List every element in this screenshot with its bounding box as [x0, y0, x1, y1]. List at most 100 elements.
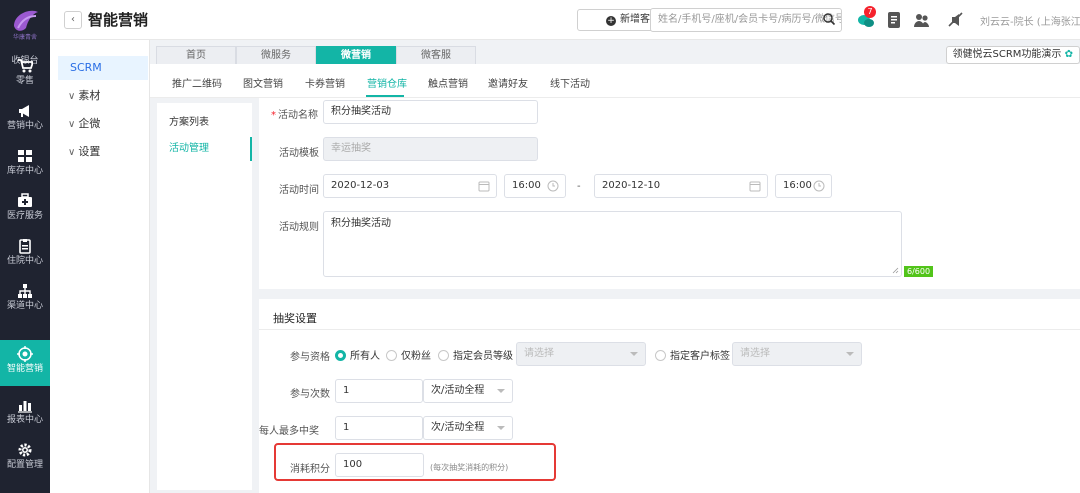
radio-member-level[interactable]: 指定会员等级	[438, 347, 513, 362]
participation-times-label: 参与次数	[290, 389, 330, 400]
search-input[interactable]: 姓名/手机号/座机/会员卡号/病历号/微信号	[650, 8, 842, 32]
tab-micro-service[interactable]: 微服务	[236, 46, 316, 64]
subnav-item-settings[interactable]: ∨ 设置	[58, 140, 148, 164]
label-text: 活动名称	[278, 110, 318, 121]
subtab-offline[interactable]: 线下活动	[550, 75, 590, 90]
end-time-input[interactable]: 16:00	[775, 174, 832, 198]
subtab-marketing-warehouse[interactable]: 营销仓库	[367, 75, 407, 90]
radio-all[interactable]: 所有人	[335, 347, 380, 362]
chevron-down-icon	[846, 352, 854, 356]
activity-form-card: * 活动名称 积分抽奖活动 活动模板 幸运抽奖 活动时间 2020-12-03 1…	[259, 98, 1080, 289]
tab-home[interactable]: 首页	[156, 46, 236, 64]
end-date-input[interactable]: 2020-12-10	[594, 174, 768, 198]
hierarchy-icon	[18, 284, 32, 298]
activity-name-input[interactable]: 积分抽奖活动	[323, 100, 538, 124]
subnav-item-material[interactable]: ∨ 素材	[58, 84, 148, 108]
character-count: 6/600	[904, 266, 934, 277]
nav-channel[interactable]: 渠道中心	[0, 277, 50, 323]
start-time-input[interactable]: 16:00	[504, 174, 566, 198]
select-value: 次/活动全程	[431, 385, 485, 396]
radio-label: 所有人	[350, 351, 380, 362]
eligibility-radio-group: 所有人 仅粉丝 指定会员等级	[335, 347, 515, 362]
nav-inventory[interactable]: 库存中心	[0, 142, 50, 188]
participation-times-unit-select[interactable]: 次/活动全程	[423, 379, 513, 403]
participation-times-input[interactable]: 1	[335, 379, 423, 403]
nav-retail[interactable]: 零售	[0, 52, 50, 98]
radio-fans-only[interactable]: 仅粉丝	[386, 347, 431, 362]
tab-micro-customer-service[interactable]: 微客服	[396, 46, 476, 64]
nav-reports[interactable]: 报表中心	[0, 391, 50, 437]
lottery-settings-card: 抽奖设置 参与资格 所有人 仅粉丝 指定会员等级 请选择 指定客户标签 请选择 …	[259, 299, 1080, 493]
search-placeholder: 姓名/手机号/座机/会员卡号/病历号/微信号	[658, 14, 842, 25]
rules-textarea[interactable]: 积分抽奖活动	[323, 211, 902, 277]
nav-label: 智能营销	[6, 364, 43, 374]
sub-navigation: SCRM ∨ 素材 ∨ 企微 ∨ 设置	[50, 40, 150, 493]
subnav-label: SCRM	[70, 61, 102, 74]
nav-config[interactable]: 配置管理	[0, 436, 50, 482]
radio-label: 指定客户标签	[670, 351, 730, 362]
logo-text: 华康青舍	[12, 34, 37, 41]
customer-tag-select[interactable]: 请选择	[732, 342, 862, 366]
back-button[interactable]: ‹	[64, 11, 82, 29]
resize-handle-icon[interactable]	[892, 267, 899, 274]
subtab-touchpoint[interactable]: 触点营销	[428, 75, 468, 90]
plan-list-item[interactable]: 方案列表	[157, 111, 252, 135]
select-value: 次/活动全程	[431, 422, 485, 433]
activity-management-item[interactable]: 活动管理	[157, 137, 252, 161]
scrm-demo-button[interactable]: 领健悦云SCRM功能演示 ✿	[945, 46, 1080, 64]
grid-icon	[18, 150, 32, 162]
rules-label: 活动规则	[279, 222, 319, 233]
start-date-input[interactable]: 2020-12-03	[323, 174, 497, 198]
radio-dot	[655, 350, 666, 361]
max-win-input[interactable]: 1	[335, 416, 423, 440]
chevron-down-icon: ∨	[68, 119, 76, 130]
radio-customer-tag[interactable]: 指定客户标签	[655, 347, 730, 362]
document-icon[interactable]	[884, 10, 904, 30]
required-mark: *	[271, 110, 276, 121]
nav-inpatient[interactable]: 住院中心	[0, 232, 50, 278]
template-label: 活动模板	[279, 148, 319, 159]
section-title: 抽奖设置	[273, 312, 317, 325]
nav-label: 住院中心	[6, 256, 43, 266]
subtab-article[interactable]: 图文营销	[243, 75, 283, 90]
subtab-qrcode[interactable]: 推广二维码	[172, 75, 222, 90]
users-icon[interactable]	[912, 10, 932, 30]
megaphone-icon	[19, 105, 29, 117]
search-icon[interactable]	[822, 12, 836, 26]
subnav-item-scrm[interactable]: SCRM	[58, 56, 148, 80]
bar-chart-icon	[18, 401, 32, 413]
medkit-icon	[18, 193, 32, 207]
radio-label: 仅粉丝	[401, 351, 431, 362]
points-cost-input[interactable]: 100	[335, 453, 424, 477]
subtab-invite[interactable]: 邀请好友	[488, 75, 528, 90]
mute-icon[interactable]	[946, 10, 966, 30]
nav-label: 医疗服务	[6, 211, 43, 221]
select-placeholder: 请选择	[740, 348, 770, 359]
radio-dot	[386, 350, 397, 361]
clock-icon	[547, 180, 559, 192]
plus-icon: +	[606, 16, 616, 26]
eligibility-label: 参与资格	[290, 352, 330, 363]
rules-text: 积分抽奖活动	[331, 218, 391, 229]
gear-icon	[18, 443, 32, 457]
gear-icon: ✿	[1064, 49, 1073, 60]
subnav-item-wecom[interactable]: ∨ 企微	[58, 112, 148, 136]
nav-medical[interactable]: 医疗服务	[0, 187, 50, 233]
nav-marketing-center[interactable]: 营销中心	[0, 97, 50, 143]
max-win-unit-select[interactable]: 次/活动全程	[423, 416, 513, 440]
tab-micro-marketing[interactable]: 微营销	[316, 46, 396, 64]
member-level-select[interactable]: 请选择	[516, 342, 646, 366]
subnav-label: 企微	[78, 117, 101, 130]
user-info[interactable]: 刘云云-院长 (上海张江店)	[980, 13, 1080, 28]
subtab-coupon[interactable]: 卡券营销	[305, 75, 345, 90]
radio-label: 指定会员等级	[453, 351, 513, 362]
end-date-value: 2020-12-10	[602, 180, 661, 191]
chevron-down-icon: ∨	[68, 147, 76, 158]
target-icon	[17, 346, 33, 362]
subnav-label: 素材	[78, 89, 101, 102]
time-separator: -	[577, 181, 581, 192]
cart-icon	[18, 59, 33, 73]
nav-smart-marketing[interactable]: 智能营销	[0, 340, 50, 386]
clipboard-icon	[19, 239, 31, 254]
nav-label: 零售	[15, 76, 34, 86]
